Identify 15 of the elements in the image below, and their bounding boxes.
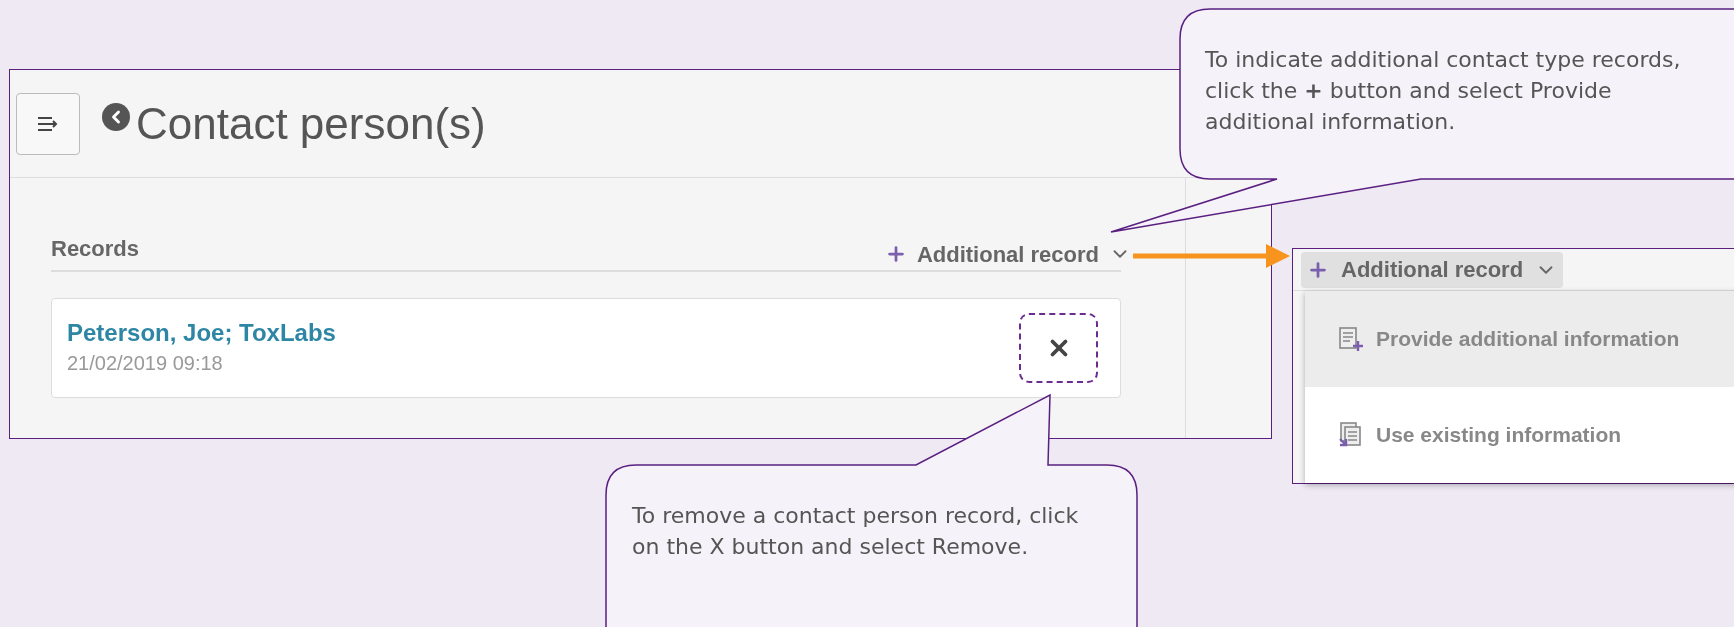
callout-text: To indicate additional contact type records, click the + button and select Provide additional information.	[1205, 46, 1682, 136]
section-heading: Records	[51, 234, 140, 263]
callout-text: To remove a contact person record, click on the X button and select Remove.	[632, 502, 1080, 561]
additional-record-button[interactable]: Additional record	[884, 237, 1131, 271]
document-plus-icon	[1338, 326, 1364, 352]
page-title: Contact person(s)	[136, 101, 486, 146]
additional-record-button[interactable]: Additional record	[1301, 251, 1564, 288]
menu-item[interactable]: Provide additional information	[1305, 291, 1734, 387]
record-link[interactable]: Peterson, Joe; ToxLabs	[67, 318, 336, 348]
documents-icon	[1338, 421, 1364, 449]
menu-icon	[37, 115, 59, 132]
record-date: 21/02/2019 09:18	[67, 351, 224, 376]
back-button[interactable]	[102, 102, 130, 131]
menu-item[interactable]: Use existing information	[1305, 387, 1734, 483]
menu-button[interactable]	[16, 92, 80, 155]
